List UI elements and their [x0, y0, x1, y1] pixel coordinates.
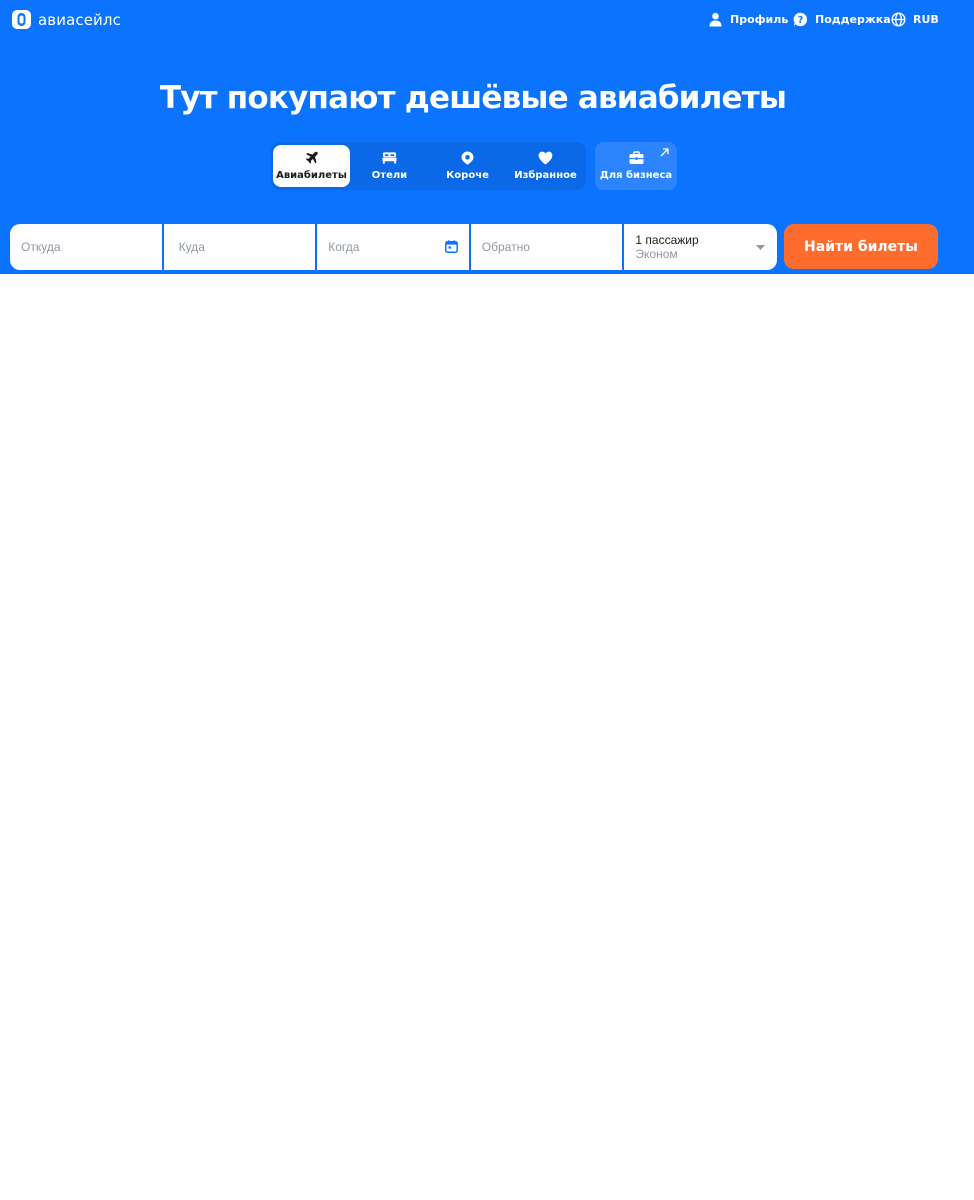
- top-bar: авиасейлс Профиль ? Поддержка RUB: [0, 0, 974, 40]
- search-form: Откуда Куда Когда Обратно 1 пассажир Эко…: [10, 224, 777, 270]
- user-icon: [709, 12, 722, 27]
- passengers-selector[interactable]: 1 пассажир Эконом: [624, 224, 777, 270]
- external-arrow-icon: [660, 148, 669, 157]
- briefcase-icon: [629, 151, 643, 164]
- nav-support-label: Поддержка: [815, 13, 891, 26]
- depart-date-placeholder: Когда: [328, 240, 360, 254]
- hero-section: авиасейлс Профиль ? Поддержка RUB Тут по…: [0, 0, 974, 274]
- search-submit-button[interactable]: Найти билеты: [784, 224, 938, 269]
- nav-currency-label: RUB: [913, 13, 939, 26]
- bed-icon: [382, 152, 397, 164]
- nav-profile-label: Профиль: [730, 13, 789, 26]
- tab-hotels-label: Отели: [371, 170, 408, 181]
- logo[interactable]: авиасейлс: [11, 9, 121, 30]
- tab-business-label: Для бизнеса: [599, 170, 673, 181]
- tab-favorites-label: Избранное: [514, 170, 577, 181]
- page-title: Тут покупают дешёвые авиабилеты: [159, 80, 787, 116]
- chevron-down-icon: [755, 245, 765, 250]
- return-date-placeholder: Обратно: [481, 240, 530, 254]
- nav-support[interactable]: ? Поддержка: [793, 12, 891, 27]
- tab-flights[interactable]: Авиабилеты: [273, 145, 350, 187]
- passenger-count: 1 пассажир: [635, 233, 699, 247]
- destination-placeholder: Куда: [178, 240, 205, 254]
- tab-hotels[interactable]: Отели: [351, 145, 428, 187]
- heart-icon: [538, 151, 553, 165]
- nav-currency[interactable]: RUB: [891, 12, 939, 27]
- origin-placeholder: Откуда: [21, 240, 61, 254]
- origin-field[interactable]: Откуда: [10, 224, 162, 270]
- svg-text:?: ?: [798, 15, 804, 26]
- location-icon: [461, 151, 474, 165]
- plane-icon: [305, 151, 318, 164]
- calendar-icon[interactable]: [444, 240, 458, 253]
- service-tabs: Авиабилеты Отели Короче Избранное: [271, 142, 586, 190]
- return-date-field[interactable]: Обратно: [470, 224, 623, 270]
- tab-favorites[interactable]: Избранное: [507, 145, 584, 187]
- globe-icon: [891, 12, 906, 27]
- aviasales-logo-icon: [12, 10, 31, 29]
- depart-date-field[interactable]: Когда: [317, 224, 469, 270]
- help-icon: ?: [793, 12, 808, 27]
- tab-business[interactable]: Для бизнеса: [595, 142, 677, 190]
- tab-short-label: Короче: [446, 170, 489, 181]
- tab-short[interactable]: Короче: [429, 145, 506, 187]
- cabin-class: Эконом: [635, 247, 678, 261]
- destination-field[interactable]: Куда: [163, 224, 316, 270]
- logo-text: авиасейлс: [38, 10, 121, 29]
- nav-profile[interactable]: Профиль: [708, 12, 788, 27]
- tab-flights-label: Авиабилеты: [276, 170, 347, 181]
